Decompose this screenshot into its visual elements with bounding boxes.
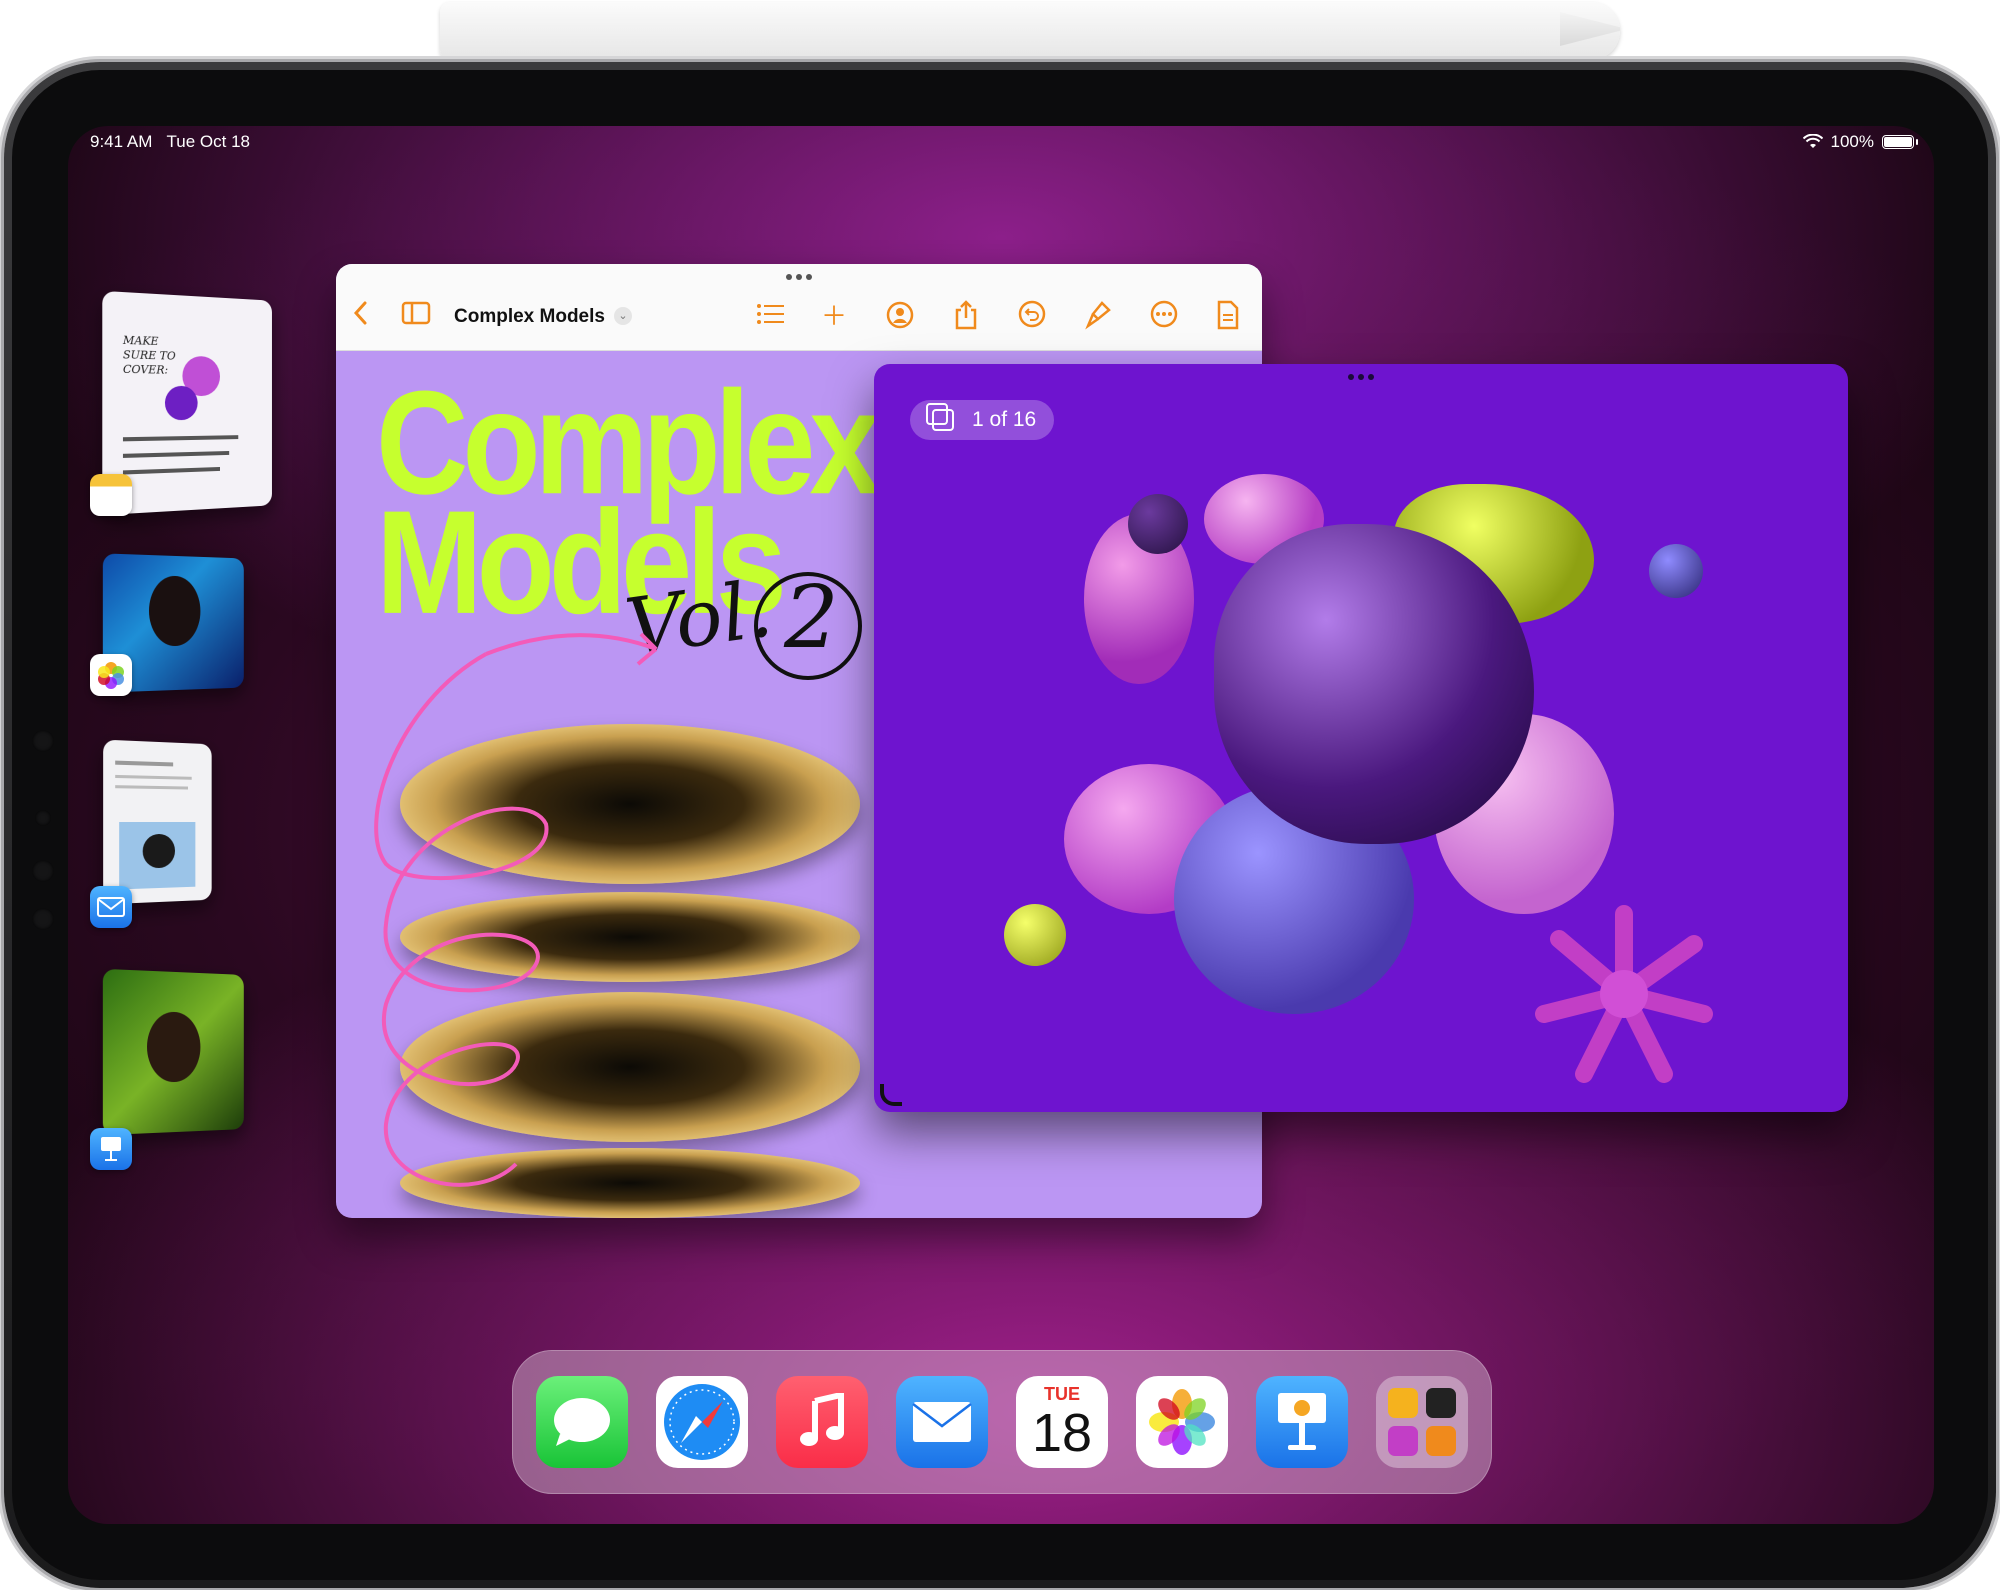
- battery-percent: 100%: [1830, 132, 1874, 151]
- slide-artwork: [874, 364, 1848, 1112]
- mail-dock-icon[interactable]: [896, 1376, 988, 1468]
- photos-icon[interactable]: [90, 654, 132, 696]
- stage-mail-thumbnail[interactable]: [103, 739, 212, 905]
- more-icon[interactable]: [1148, 300, 1180, 332]
- document-setup-icon[interactable]: [1212, 300, 1244, 332]
- status-bar: 9:41 AM Tue Oct 18 100%: [68, 126, 1934, 158]
- document-title[interactable]: Complex Models: [454, 306, 605, 328]
- calendar-icon[interactable]: TUE 18: [1016, 1376, 1108, 1468]
- sidebar-icon[interactable]: [400, 300, 432, 332]
- handwritten-number: 2: [784, 568, 839, 668]
- title-chevron-down-icon[interactable]: ⌄: [614, 307, 632, 325]
- apple-pencil: [440, 2, 1620, 60]
- status-time: 9:41 AM Tue Oct 18: [90, 132, 251, 151]
- battery-icon: [1882, 135, 1918, 149]
- add-icon[interactable]: ＋: [818, 300, 850, 332]
- pages-toolbar: Complex Models ⌄ ＋: [336, 264, 1262, 351]
- stage-keynote-thumbnail[interactable]: [102, 968, 244, 1136]
- window-grip[interactable]: [786, 274, 812, 280]
- side-sensor: [32, 860, 54, 882]
- collaborate-icon[interactable]: [884, 300, 916, 332]
- side-sensor: [32, 730, 54, 752]
- music-icon[interactable]: [776, 1376, 868, 1468]
- pink-scribble-drawing: [374, 632, 658, 1187]
- app-library-icon[interactable]: [1376, 1376, 1468, 1468]
- messages-icon[interactable]: [536, 1376, 628, 1468]
- share-icon[interactable]: [950, 300, 982, 332]
- ipad-screen: 9:41 AM Tue Oct 18 100% MAKE SURE TO COVER…: [68, 126, 1934, 1524]
- dock: TUE 18: [512, 1350, 1492, 1494]
- undo-icon[interactable]: [1016, 300, 1048, 332]
- handwritten-number-circle: 2: [754, 568, 862, 680]
- front-camera: [35, 810, 51, 826]
- list-icon[interactable]: [754, 300, 786, 332]
- keynote-window[interactable]: 1 of 16: [874, 364, 1848, 1112]
- keynote-dock-icon[interactable]: [1256, 1376, 1348, 1468]
- back-chevron-icon[interactable]: [344, 300, 376, 332]
- photos-dock-icon[interactable]: [1136, 1376, 1228, 1468]
- pink-star-shape: [1535, 905, 1713, 1083]
- notes-icon[interactable]: [90, 474, 132, 516]
- wifi-icon: [1802, 134, 1823, 148]
- status-indicators: 100%: [1802, 132, 1918, 152]
- format-brush-icon[interactable]: [1082, 300, 1114, 332]
- keynote-icon[interactable]: [90, 1128, 132, 1170]
- side-sensor: [32, 908, 54, 930]
- mail-icon[interactable]: [90, 886, 132, 928]
- safari-icon[interactable]: [656, 1376, 748, 1468]
